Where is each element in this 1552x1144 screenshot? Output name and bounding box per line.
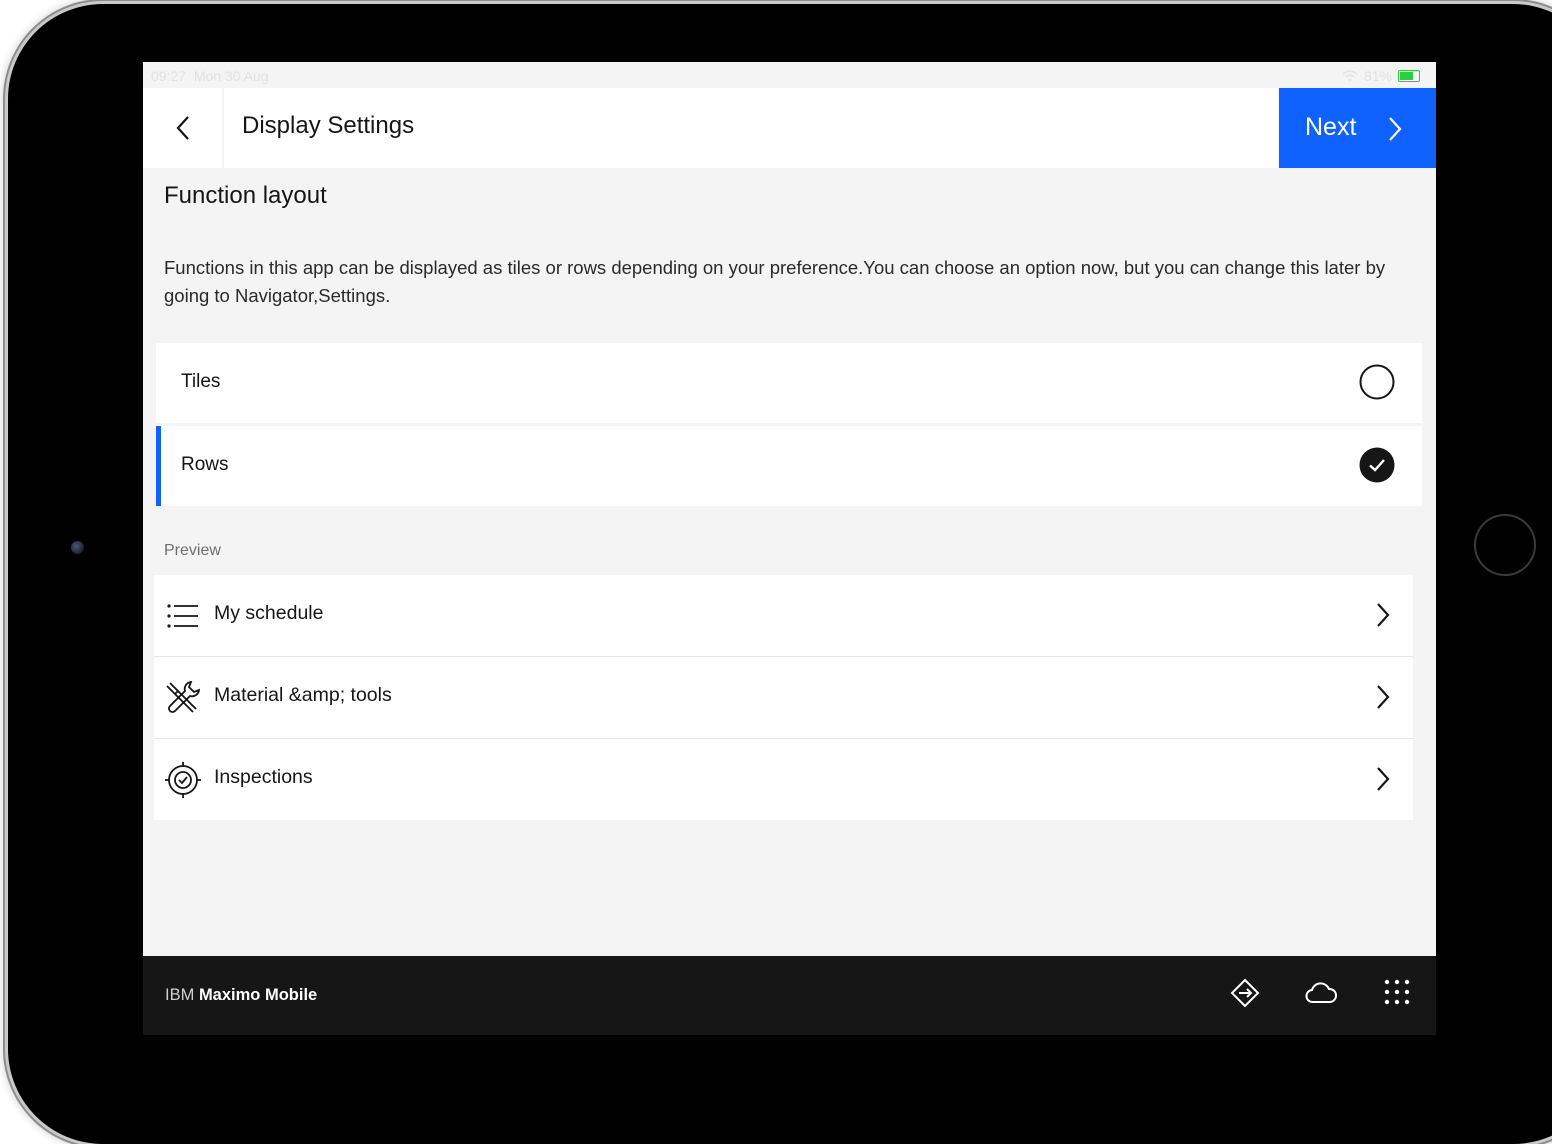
page-title: Display Settings [242, 112, 415, 139]
list-item-label: Inspections [214, 766, 313, 788]
inspection-icon [165, 762, 201, 798]
wifi-icon [1342, 70, 1358, 82]
radio-checked-icon[interactable] [1359, 447, 1395, 483]
front-camera [71, 541, 84, 554]
radio-unchecked-icon[interactable] [1359, 364, 1395, 400]
battery-percent: 81% [1363, 68, 1392, 84]
app-footer: IBM Maximo Mobile [143, 956, 1436, 1035]
chevron-right-icon [1377, 685, 1390, 709]
list-icon [167, 604, 198, 628]
option-tiles-label: Tiles [181, 371, 221, 392]
preview-label: Preview [164, 542, 221, 559]
cloud-icon[interactable] [1304, 978, 1338, 1008]
tools-icon [166, 680, 201, 713]
list-item-material-tools[interactable]: Material &amp; tools [154, 657, 1413, 739]
header-title-area: Display Settings [224, 88, 1278, 168]
brand-name: IBM Maximo Mobile [165, 986, 318, 1004]
chevron-right-icon [1377, 603, 1390, 627]
list-item-label: My schedule [214, 602, 324, 624]
preview-list: My schedule Material &amp; tools Inspect… [154, 575, 1413, 820]
option-rows[interactable]: Rows [156, 426, 1422, 506]
option-rows-label: Rows [181, 454, 229, 475]
app-screen: 09:27 Mon 30 Aug 81% Display Settings Ne… [143, 62, 1436, 1035]
section-title: Function layout [164, 182, 327, 209]
header-bar: Display Settings Next [143, 88, 1436, 168]
battery-icon [1398, 70, 1420, 82]
chevron-right-icon [1389, 117, 1402, 141]
list-item-inspections[interactable]: Inspections [154, 739, 1413, 820]
status-time: 09:27 Mon 30 Aug [151, 68, 269, 84]
section-description: Functions in this app can be displayed a… [164, 257, 1386, 306]
app-grid-icon[interactable] [1383, 978, 1411, 1006]
list-item-my-schedule[interactable]: My schedule [154, 575, 1413, 657]
status-indicators: 81% [1342, 68, 1420, 84]
option-tiles[interactable]: Tiles [156, 343, 1422, 423]
next-button[interactable]: Next [1279, 88, 1436, 168]
list-item-label: Material &amp; tools [214, 684, 392, 706]
next-button-label: Next [1305, 113, 1357, 141]
back-button[interactable] [143, 88, 222, 168]
navigation-diamond-icon[interactable] [1230, 978, 1260, 1008]
chevron-left-icon [176, 116, 189, 140]
home-button[interactable] [1474, 514, 1536, 576]
status-bar: 09:27 Mon 30 Aug 81% [143, 62, 1436, 88]
chevron-right-icon [1377, 767, 1390, 791]
